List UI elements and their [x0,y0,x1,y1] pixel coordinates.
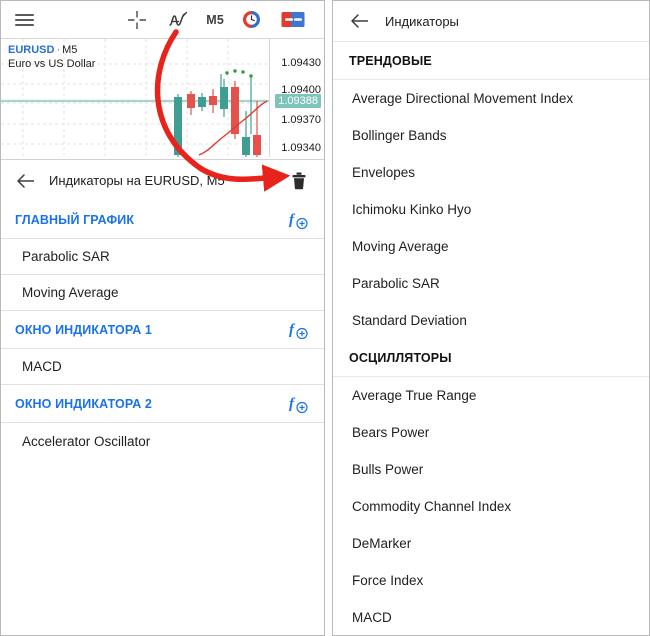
list-item[interactable]: Standard Deviation [333,302,649,339]
indicators-catalog-panel: Индикаторы ТРЕНДОВЫЕ Average Directional… [332,0,650,636]
list-item[interactable]: Average True Range [333,377,649,414]
price-label-0: 1.09430 [281,57,321,69]
group-title: ОКНО ИНДИКАТОРА 2 [15,396,152,411]
svg-text:f: f [289,212,296,228]
chart-toolbar: M5 [1,1,324,38]
list-item[interactable]: MACD [1,349,324,385]
indicators-subheader: Индикаторы на EURUSD, M5 [1,160,324,201]
list-item[interactable]: DeMarker [333,525,649,562]
list-item[interactable]: Moving Average [333,228,649,265]
crosshair-icon[interactable] [116,9,158,31]
list-item[interactable]: Parabolic SAR [1,239,324,275]
list-item[interactable]: Bears Power [333,414,649,451]
screenshot-root: M5 EURUSD · M5 Euro vs US Dollar 1.09430… [0,0,650,636]
add-indicator-icon[interactable]: f [286,318,312,342]
svg-text:f: f [289,322,296,338]
chart-grid [1,39,269,157]
indicators-list: ТРЕНДОВЫЕ Average Directional Movement I… [333,42,649,635]
catalog-group-header-oscillators: ОСЦИЛЛЯТОРЫ [333,339,649,377]
new-chart-icon[interactable] [272,11,314,29]
svg-text:f: f [289,396,296,412]
group-title: ОКНО ИНДИКАТОРА 1 [15,322,152,337]
add-indicator-icon[interactable]: f [286,208,312,232]
timeframe-button[interactable]: M5 [200,13,230,27]
list-item[interactable]: Moving Average [1,275,324,311]
parabolic-sar-dots [225,69,253,78]
list-item[interactable]: Average Directional Movement Index [333,80,649,117]
add-indicator-icon[interactable]: f [286,392,312,416]
chart-and-indicators-panel: M5 EURUSD · M5 Euro vs US Dollar 1.09430… [0,0,325,636]
back-arrow-icon[interactable] [15,170,37,192]
group-title: ГЛАВНЫЙ ГРАФИК [15,212,135,227]
group-header-main-chart: ГЛАВНЫЙ ГРАФИК f [1,201,324,239]
trade-clock-icon[interactable] [230,9,272,30]
list-item[interactable]: Bulls Power [333,451,649,488]
list-item[interactable]: Accelerator Oscillator [1,423,324,459]
list-item[interactable]: Force Index [333,562,649,599]
list-item[interactable]: Commodity Channel Index [333,488,649,525]
indicators-icon[interactable] [158,9,200,31]
price-label-3: 1.09340 [281,142,321,154]
left-panel-empty-space [1,459,324,635]
current-price-badge: 1.09388 [275,94,321,108]
list-item[interactable]: Envelopes [333,154,649,191]
hamburger-menu-icon[interactable] [1,13,47,26]
list-item[interactable]: Bollinger Bands [333,117,649,154]
price-chart[interactable]: EURUSD · M5 Euro vs US Dollar 1.09430 1.09… [1,38,324,160]
list-item[interactable]: Parabolic SAR [333,265,649,302]
price-label-2: 1.09370 [281,114,321,126]
list-item[interactable]: Ichimoku Kinko Hyo [333,191,649,228]
group-header-indicator-window-1: ОКНО ИНДИКАТОРА 1 f [1,311,324,349]
group-header-indicator-window-2: ОКНО ИНДИКАТОРА 2 f [1,385,324,423]
back-arrow-icon[interactable] [349,10,371,32]
indicators-panel-title: Индикаторы на EURUSD, M5 [49,173,225,188]
list-item[interactable]: MACD [333,599,649,635]
catalog-group-header-trend: ТРЕНДОВЫЕ [333,42,649,80]
trash-icon[interactable] [286,168,312,194]
page-title: Индикаторы [385,13,459,29]
catalog-header: Индикаторы [333,1,649,42]
